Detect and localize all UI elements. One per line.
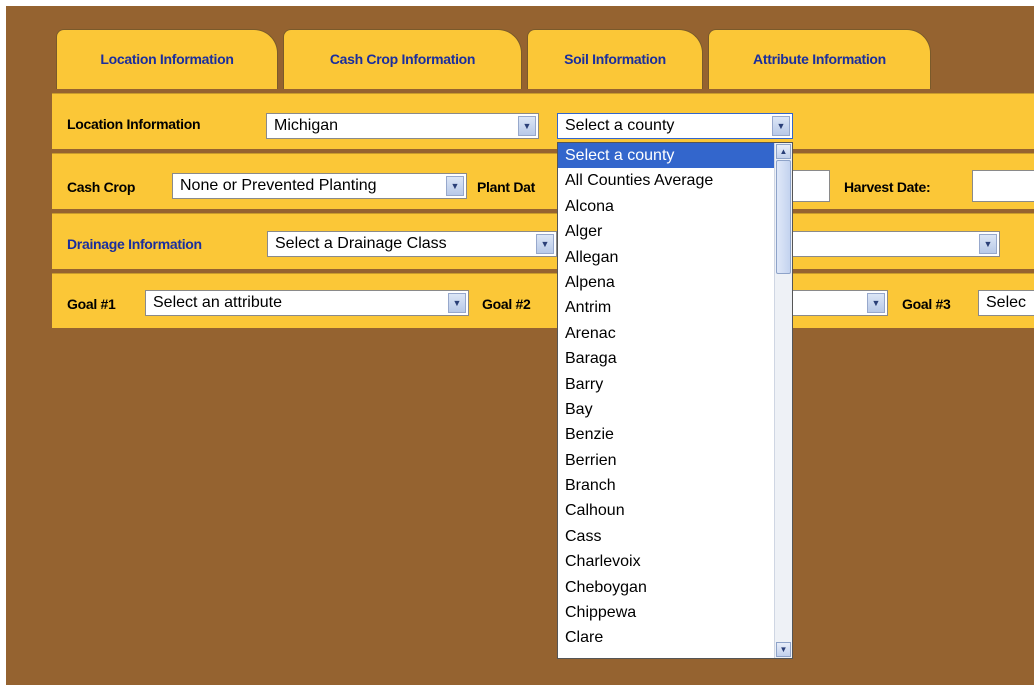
goal2-label: Goal #2 bbox=[482, 296, 531, 312]
chevron-down-icon: ▼ bbox=[536, 234, 554, 254]
county-select-value: Select a county bbox=[565, 117, 675, 134]
goal3-label: Goal #3 bbox=[902, 296, 951, 312]
county-option[interactable]: Antrim bbox=[558, 295, 792, 320]
tab-label: Cash Crop Information bbox=[329, 50, 476, 67]
tab-attribute-information[interactable]: Attribute Information bbox=[708, 29, 931, 89]
scroll-up-icon[interactable]: ▲ bbox=[776, 144, 791, 159]
tab-label: Location Information bbox=[100, 50, 234, 67]
drainage-label: Drainage Information bbox=[67, 236, 202, 252]
county-option[interactable]: Select a county bbox=[558, 143, 792, 169]
chevron-down-icon: ▼ bbox=[518, 116, 536, 136]
county-option[interactable]: Cheboygan bbox=[558, 575, 792, 600]
county-option[interactable]: Alger bbox=[558, 219, 792, 244]
county-option[interactable]: Arenac bbox=[558, 321, 792, 346]
county-option[interactable]: Cass bbox=[558, 524, 792, 549]
goal3-select-value: Selec bbox=[986, 294, 1027, 311]
harvest-date-input[interactable] bbox=[972, 170, 1034, 202]
county-option[interactable]: Allegan bbox=[558, 245, 792, 270]
drainage-select-value: Select a Drainage Class bbox=[275, 235, 447, 252]
goal1-label: Goal #1 bbox=[67, 296, 116, 312]
county-option[interactable]: Baraga bbox=[558, 346, 792, 371]
plant-date-label: Plant Dat bbox=[477, 179, 535, 195]
goal1-select-value: Select an attribute bbox=[153, 294, 282, 311]
drainage-select[interactable]: Select a Drainage Class ▼ bbox=[267, 231, 557, 257]
chevron-down-icon: ▼ bbox=[867, 293, 885, 313]
tab-location-information[interactable]: Location Information bbox=[56, 29, 278, 89]
tab-cash-crop-information[interactable]: Cash Crop Information bbox=[283, 29, 522, 89]
county-option[interactable]: Chippewa bbox=[558, 600, 792, 625]
county-dropdown-list[interactable]: Select a county All Counties Average Alcon… bbox=[557, 142, 793, 659]
county-option[interactable]: Benzie bbox=[558, 422, 792, 447]
location-label: Location Information bbox=[67, 116, 201, 132]
dropdown-scrollbar[interactable]: ▲ ▼ bbox=[774, 143, 792, 658]
scroll-down-icon[interactable]: ▼ bbox=[776, 642, 791, 657]
cash-crop-label: Cash Crop bbox=[67, 179, 136, 195]
county-option[interactable]: All Counties Average bbox=[558, 168, 792, 193]
goal1-select[interactable]: Select an attribute ▼ bbox=[145, 290, 469, 316]
county-option[interactable]: Alpena bbox=[558, 270, 792, 295]
state-select-value: Michigan bbox=[274, 117, 339, 134]
cash-crop-select[interactable]: None or Prevented Planting ▼ bbox=[172, 173, 467, 199]
scroll-thumb[interactable] bbox=[776, 160, 791, 274]
county-select[interactable]: Select a county ▼ bbox=[557, 113, 793, 139]
cash-crop-select-value: None or Prevented Planting bbox=[180, 177, 377, 194]
harvest-date-label: Harvest Date: bbox=[844, 179, 931, 195]
chevron-down-icon: ▼ bbox=[772, 116, 790, 136]
chevron-down-icon: ▼ bbox=[446, 176, 464, 196]
county-options: Select a county All Counties Average Alcon… bbox=[558, 143, 792, 651]
tab-soil-information[interactable]: Soil Information bbox=[527, 29, 703, 89]
tab-label: Soil Information bbox=[564, 50, 666, 67]
goal3-select[interactable]: Selec bbox=[978, 290, 1034, 316]
state-select[interactable]: Michigan ▼ bbox=[266, 113, 539, 139]
county-option[interactable]: Bay bbox=[558, 397, 792, 422]
county-option[interactable]: Barry bbox=[558, 372, 792, 397]
drainage-row: Drainage Information Select a Drainage C… bbox=[52, 213, 1034, 269]
chevron-down-icon: ▼ bbox=[979, 234, 997, 254]
location-row: Location Information Michigan ▼ Select a… bbox=[52, 93, 1034, 149]
chevron-down-icon: ▼ bbox=[448, 293, 466, 313]
tab-label: Attribute Information bbox=[753, 50, 886, 67]
county-option[interactable]: Clare bbox=[558, 625, 792, 650]
county-option[interactable]: Charlevoix bbox=[558, 549, 792, 574]
cash-crop-row: Cash Crop None or Prevented Planting ▼ P… bbox=[52, 153, 1034, 209]
county-option[interactable]: Calhoun bbox=[558, 498, 792, 523]
plant-date-input[interactable] bbox=[792, 170, 830, 202]
goals-row: Goal #1 Select an attribute ▼ Goal #2 ▼ … bbox=[52, 273, 1034, 328]
county-option[interactable]: Berrien bbox=[558, 448, 792, 473]
county-option[interactable]: Branch bbox=[558, 473, 792, 498]
county-option[interactable]: Alcona bbox=[558, 194, 792, 219]
